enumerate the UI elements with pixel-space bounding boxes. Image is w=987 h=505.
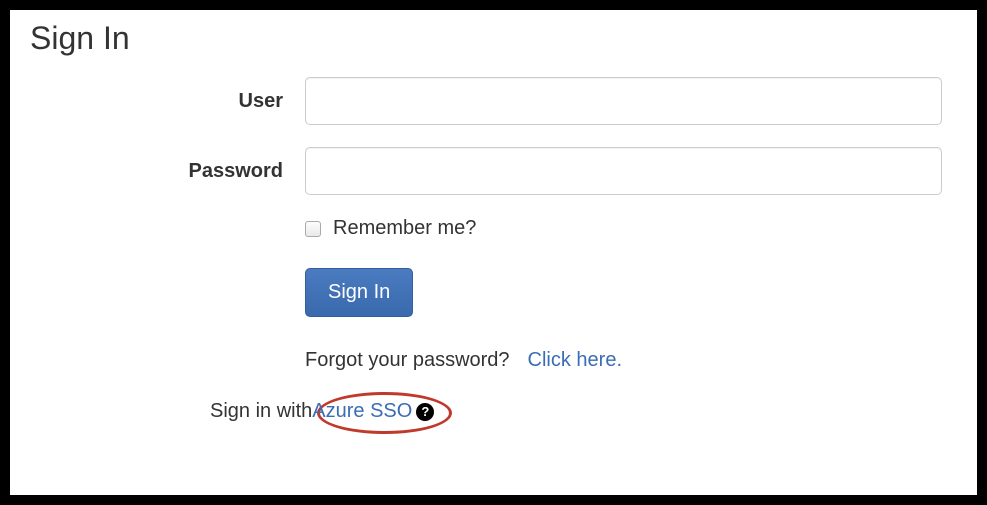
user-row: User (30, 77, 957, 125)
remember-checkbox[interactable] (305, 221, 321, 237)
signin-form: User Password Remember me? Sign In Forgo… (30, 77, 957, 423)
azure-sso-link[interactable]: Azure SSO (312, 400, 412, 423)
help-icon[interactable]: ? (416, 403, 434, 421)
page-title: Sign In (30, 20, 957, 57)
signin-panel: Sign In User Password Remember me? Sign … (0, 0, 987, 505)
user-input[interactable] (305, 77, 942, 125)
signin-button[interactable]: Sign In (305, 268, 413, 317)
user-label: User (30, 90, 305, 113)
remember-row: Remember me? (305, 217, 957, 240)
forgot-row: Forgot your password? Click here. (305, 349, 957, 372)
forgot-prompt: Forgot your password? (305, 349, 510, 372)
password-label: Password (30, 160, 305, 183)
sso-row: Sign in with Azure SSO ? (210, 400, 957, 423)
remember-label: Remember me? (333, 217, 476, 240)
forgot-link[interactable]: Click here. (528, 349, 622, 372)
submit-row: Sign In (305, 268, 957, 317)
user-input-col (305, 77, 957, 125)
password-input[interactable] (305, 147, 942, 195)
password-input-col (305, 147, 957, 195)
sso-prefix: Sign in with (210, 400, 312, 423)
password-row: Password (30, 147, 957, 195)
